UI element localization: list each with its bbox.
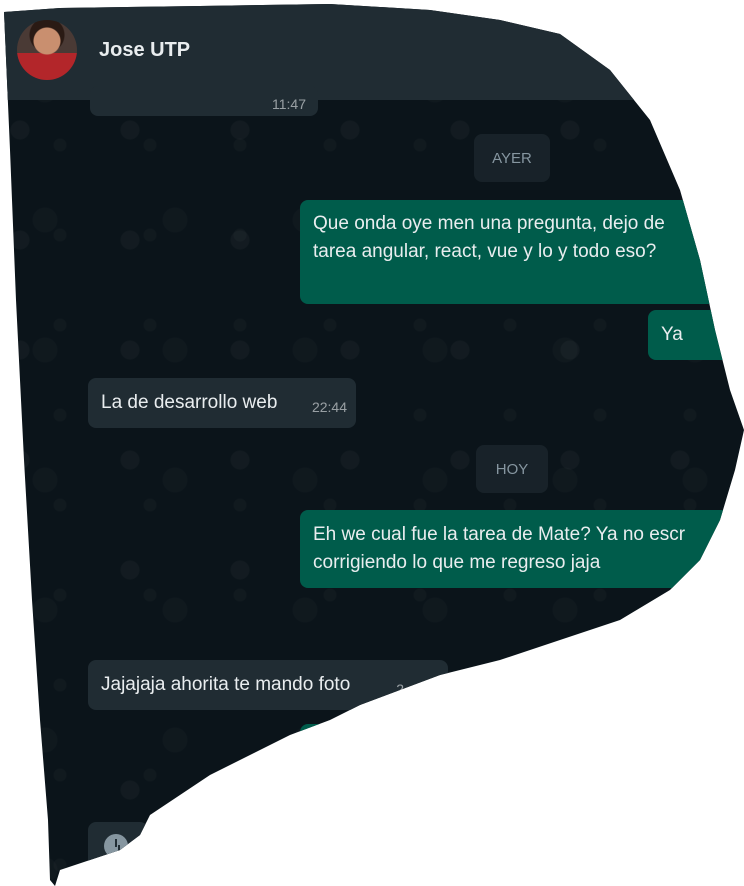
contact-avatar[interactable] [17, 20, 77, 80]
message-time: 2 [396, 681, 404, 697]
message-text: La de desarrollo web [101, 392, 278, 413]
message-incoming: La de desarrollo web 22:44 [88, 378, 356, 428]
screenshot-fragment: Jose UTP 11:47 AYER Que onda oye men una… [4, 4, 744, 886]
message-text: Que onda oye men una pregunta, dejo de t… [313, 213, 665, 262]
message-outgoing-partial [300, 724, 420, 764]
message-incoming-partial [88, 822, 148, 872]
date-separator-hoy: HOY [476, 445, 548, 493]
message-text: Eh we cual fue la tarea de Mate? Ya no e… [313, 524, 686, 573]
message-outgoing: Eh we cual fue la tarea de Mate? Ya no e… [300, 510, 744, 588]
message-outgoing: Ya [648, 310, 744, 360]
clock-icon [104, 834, 128, 858]
contact-name[interactable]: Jose UTP [99, 39, 190, 62]
message-incoming-partial: 11:47 [90, 86, 318, 116]
message-text: Ya [661, 324, 683, 345]
message-incoming: Jajajaja ahorita te mando foto 2 [88, 660, 448, 710]
message-text: Jajajaja ahorita te mando foto [101, 674, 351, 695]
chat-header: Jose UTP [4, 4, 744, 100]
date-separator-ayer: AYER [474, 134, 550, 182]
message-time: 22:44 [311, 399, 347, 415]
message-time: 11:47 [272, 96, 306, 112]
message-outgoing: Que onda oye men una pregunta, dejo de t… [300, 200, 720, 304]
